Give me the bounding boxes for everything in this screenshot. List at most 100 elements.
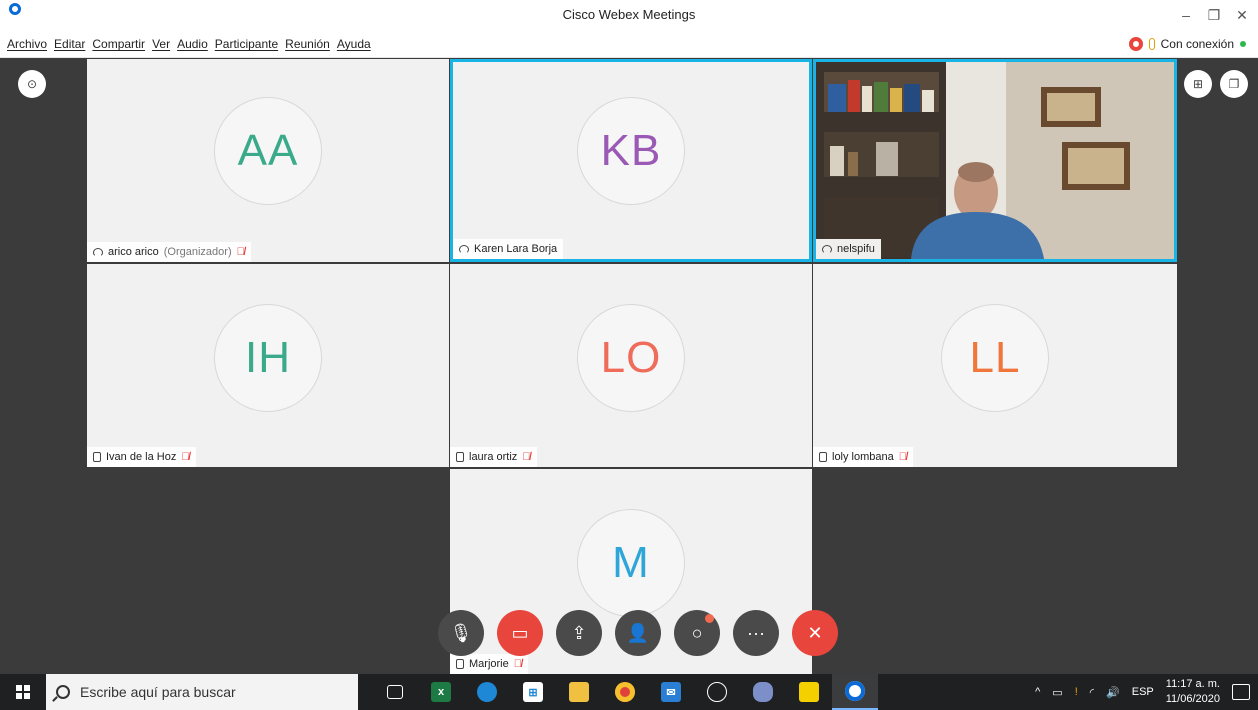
alert-icon[interactable]: ! — [1075, 686, 1078, 698]
webex-window: Cisco Webex Meetings – ❐ ✕ Archivo Edita… — [0, 0, 1258, 710]
taskbar-explorer[interactable] — [556, 674, 602, 710]
video-button[interactable]: ▭ — [497, 610, 543, 656]
popout-icon: ❐ — [1228, 77, 1240, 91]
info-icon: ⊙ — [26, 77, 38, 91]
minimize-button[interactable]: – — [1174, 0, 1198, 30]
menu-compartir[interactable]: Compartir — [92, 37, 145, 51]
volume-icon[interactable]: 🔊 — [1106, 686, 1120, 699]
chrome-icon — [615, 682, 635, 702]
search-icon — [56, 685, 70, 699]
participant-namebar: nelspifu — [816, 239, 881, 259]
connected-indicator-icon — [1240, 41, 1246, 47]
clock[interactable]: 11:17 a. m. 11/06/2020 — [1166, 677, 1220, 707]
taskbar-sticky-notes[interactable] — [786, 674, 832, 710]
start-button[interactable] — [0, 674, 46, 710]
menu-editar[interactable]: Editar — [54, 37, 85, 51]
avatar: KB — [577, 97, 685, 205]
avatar: AA — [214, 97, 322, 205]
mute-button[interactable]: 🎙 — [438, 610, 484, 656]
battery-icon[interactable]: ▭ — [1052, 686, 1062, 699]
edge-icon — [477, 682, 497, 702]
menu-audio[interactable]: Audio — [177, 37, 208, 51]
menu-archivo[interactable]: Archivo — [7, 37, 47, 51]
participants-icon: 👤 — [626, 622, 650, 643]
taskbar-mail[interactable]: ✉ — [648, 674, 694, 710]
window-title: Cisco Webex Meetings — [562, 7, 696, 22]
taskbar-edge[interactable] — [464, 674, 510, 710]
avatar-initials: LO — [600, 333, 662, 382]
participant-name: Ivan de la Hoz — [106, 451, 177, 463]
avatar: LO — [577, 304, 685, 412]
taskbar-paint[interactable] — [740, 674, 786, 710]
muted-icon: 🎙̸ — [236, 246, 245, 258]
phone-audio-icon — [819, 452, 827, 462]
wifi-icon[interactable]: ◜ — [1090, 686, 1094, 699]
taskbar-store[interactable]: ⊞ — [510, 674, 556, 710]
taskbar-webex[interactable] — [832, 674, 878, 710]
more-button[interactable]: ··· — [733, 610, 779, 656]
close-window-button[interactable]: ✕ — [1230, 0, 1254, 30]
webex-icon — [845, 681, 865, 701]
share-icon: ⇪ — [571, 622, 587, 643]
task-view-button[interactable] — [372, 674, 418, 710]
participant-tile[interactable]: AA arico arico (Organizador) 🎙̸ — [87, 59, 449, 262]
participant-tile-video[interactable]: nelspifu — [813, 59, 1177, 262]
phone-audio-icon — [93, 452, 101, 462]
chat-button[interactable]: ○ — [674, 610, 720, 656]
language-indicator[interactable]: ESP — [1132, 686, 1154, 698]
muted-icon: 🎙̸ — [522, 451, 531, 463]
participant-namebar: arico arico (Organizador) 🎙̸ — [87, 242, 251, 262]
taskbar: Escribe aquí para buscar x ⊞ ✉ ^ ▭ ! ◜ 🔊… — [0, 674, 1258, 710]
participant-namebar: Ivan de la Hoz 🎙̸ — [87, 447, 196, 467]
excel-icon: x — [431, 682, 451, 702]
menu-participante[interactable]: Participante — [215, 37, 278, 51]
clock-time: 11:17 a. m. — [1165, 678, 1220, 690]
participant-name: laura ortiz — [469, 451, 518, 463]
participant-name: arico arico — [108, 246, 159, 258]
menu-ver[interactable]: Ver — [152, 37, 170, 51]
store-icon: ⊞ — [523, 682, 543, 702]
taskbar-chrome[interactable] — [602, 674, 648, 710]
menu-bar: Archivo Editar Compartir Ver Audio Parti… — [0, 30, 1258, 58]
menu-ayuda[interactable]: Ayuda — [337, 37, 371, 51]
participant-name: Marjorie — [469, 658, 509, 670]
connection-status[interactable]: Con conexión — [1128, 37, 1246, 51]
share-button[interactable]: ⇪ — [556, 610, 602, 656]
taskbar-excel[interactable]: x — [418, 674, 464, 710]
popout-button[interactable]: ❐ — [1220, 70, 1248, 98]
window-controls: – ❐ ✕ — [1174, 0, 1258, 30]
participant-tile[interactable]: LO laura ortiz 🎙̸ — [450, 264, 812, 467]
video-grid: ⊙ ⊞ ❐ AA arico arico (Organizador) 🎙̸ KB — [0, 58, 1258, 674]
chat-icon: ○ — [691, 622, 703, 643]
participant-namebar: Karen Lara Borja — [453, 239, 564, 259]
grid-layout-icon: ⊞ — [1192, 77, 1204, 91]
search-placeholder: Escribe aquí para buscar — [80, 684, 236, 700]
task-view-icon — [387, 685, 403, 699]
layout-button[interactable]: ⊞ — [1184, 70, 1212, 98]
notifications-icon[interactable] — [1232, 684, 1250, 700]
participant-tile[interactable]: IH Ivan de la Hoz 🎙̸ — [87, 264, 449, 467]
restore-button[interactable]: ❐ — [1202, 0, 1226, 30]
menu-reunion[interactable]: Reunión — [285, 37, 330, 51]
participants-button[interactable]: 👤 — [615, 610, 661, 656]
avatar: M — [577, 509, 685, 617]
title-bar: Cisco Webex Meetings – ❐ ✕ — [0, 0, 1258, 30]
computer-audio-icon — [822, 244, 832, 254]
muted-icon: 🎙̸ — [898, 451, 908, 463]
participant-role: (Organizador) — [163, 246, 232, 258]
photos-icon — [707, 682, 727, 702]
avatar-initials: AA — [237, 126, 299, 175]
taskbar-photos[interactable] — [694, 674, 740, 710]
video-off-icon: ▭ — [511, 622, 529, 643]
meeting-info-button[interactable]: ⊙ — [18, 70, 46, 98]
participant-tile[interactable]: LL loly lombana 🎙̸ — [813, 264, 1177, 467]
taskbar-search[interactable]: Escribe aquí para buscar — [46, 674, 358, 710]
mail-icon: ✉ — [661, 682, 681, 702]
participant-namebar: Marjorie 🎙̸ — [450, 654, 528, 674]
connection-icon — [1148, 38, 1155, 50]
participant-tile-active[interactable]: KB Karen Lara Borja — [450, 59, 812, 262]
phone-audio-icon — [456, 452, 464, 462]
chevron-up-icon[interactable]: ^ — [1035, 686, 1040, 698]
avatar-initials: M — [612, 538, 650, 587]
leave-button[interactable]: ✕ — [792, 610, 838, 656]
